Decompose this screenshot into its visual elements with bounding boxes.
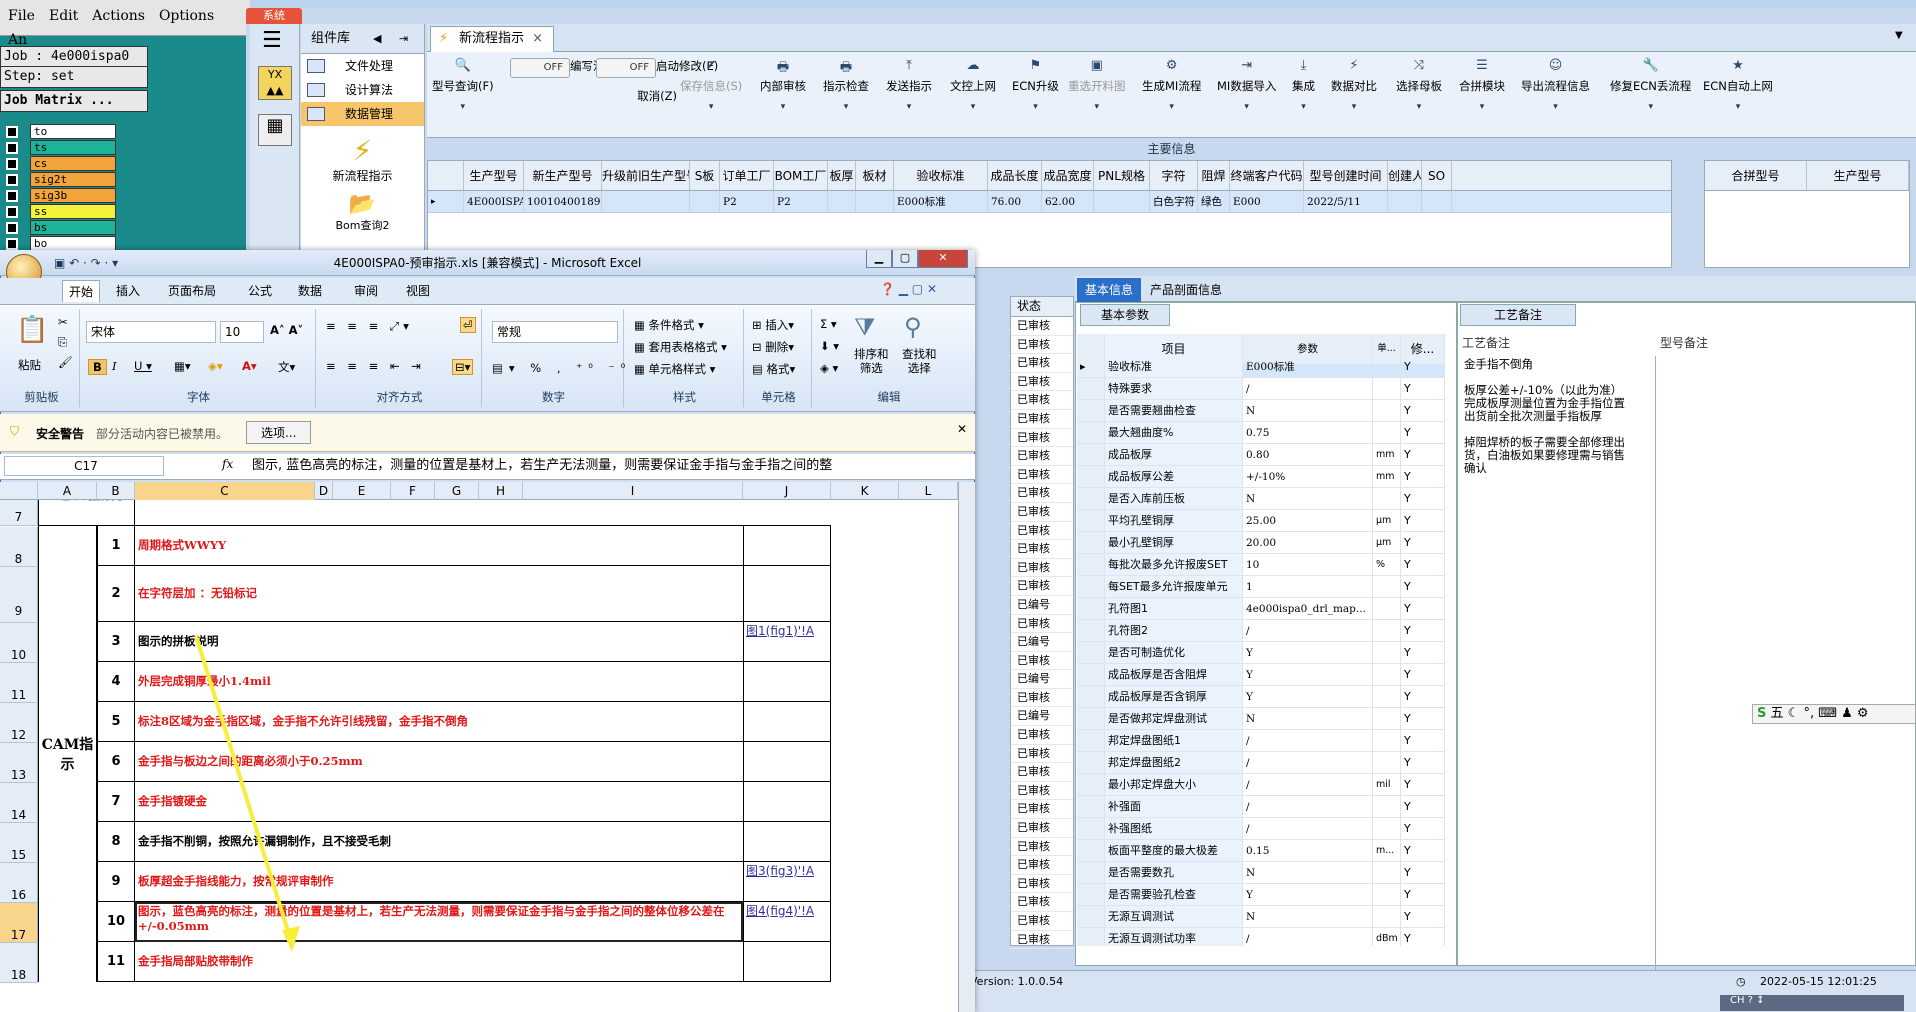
- annotation-arrow: [194, 635, 300, 952]
